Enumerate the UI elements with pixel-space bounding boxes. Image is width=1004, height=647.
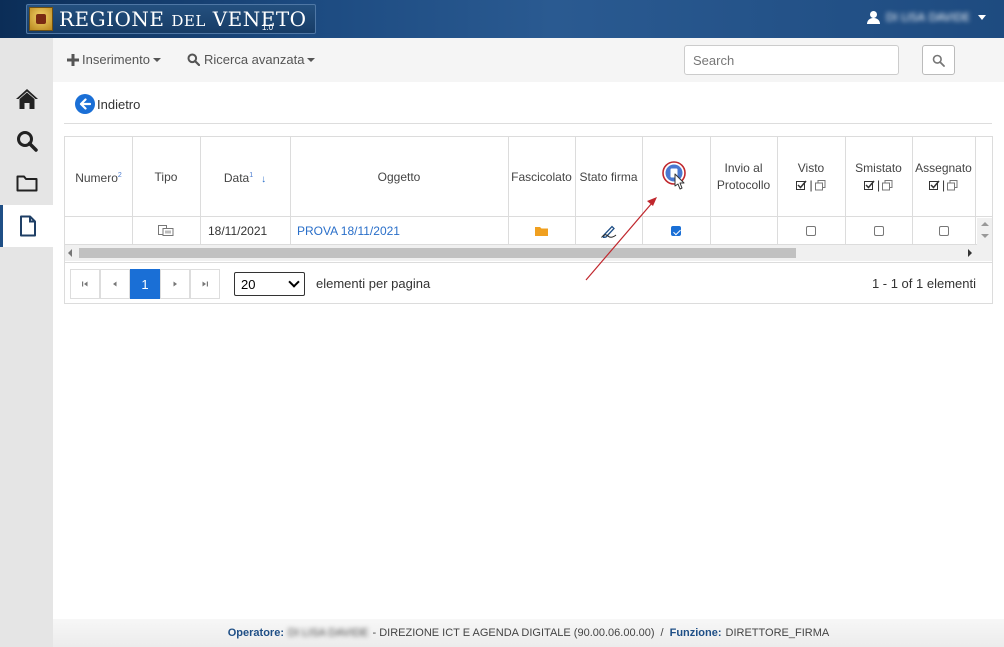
function-label: Funzione: [669,627,722,639]
status-footer: Operatore: DI LISA DAVIDE - DIREZIONE IC… [53,619,1004,647]
footer-separator: / [660,627,664,639]
operator-department: - DIREZIONE ICT E AGENDA DIGITALE (90.00… [372,627,655,639]
operator-label: Operatore: [227,627,284,639]
annotation-arrow [585,197,657,281]
function-value: DIRETTORE_FIRMA [725,627,830,639]
operator-name: DI LISA DAVIDE [288,627,369,639]
